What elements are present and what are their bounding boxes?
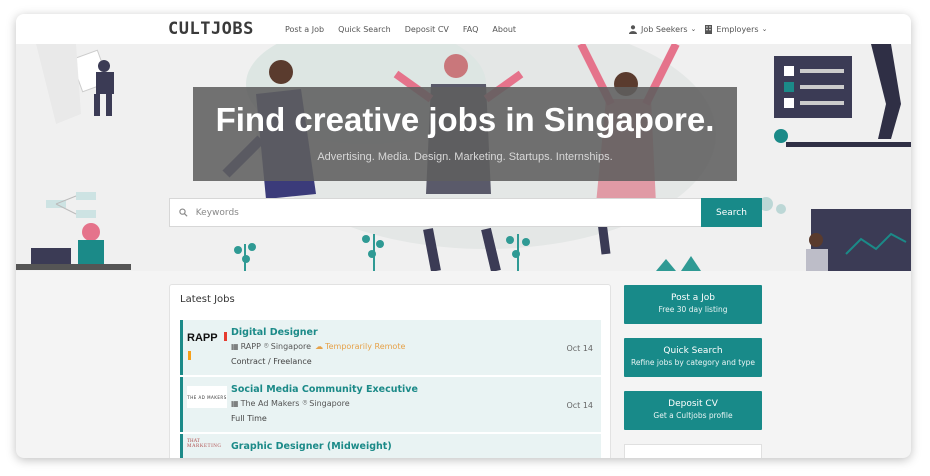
the-ad-makers-logo: THE AD MAKERS [187,386,227,408]
job-company: The Ad Makers [240,398,300,408]
remote-cloud-icon: ☁ [315,341,324,351]
nav-quick-search-link[interactable]: Quick Search [338,25,391,34]
hero-title: Find creative jobs in Singapore. [215,101,715,138]
deposit-cv-button[interactable]: Deposit CV Get a Cultjobs profile [624,391,762,430]
building-icon [705,24,713,34]
deposit-cv-title: Deposit CV [668,399,718,409]
user-icon [629,24,637,34]
nav-about-link[interactable]: About [492,25,516,34]
search-button[interactable]: Search [701,198,762,227]
nav-faq-link[interactable]: FAQ [463,25,479,34]
site-logo[interactable]: CULTJOBS [168,19,254,39]
job-meta: ▦ RAPP ⌾ Singapore ☁ Temporarily Remote [231,341,405,351]
that-marketing-logo: THAT MARKETING [187,439,222,449]
post-job-subtitle: Free 30 day listing [658,305,728,314]
job-title-link[interactable]: Social Media Community Executive [231,384,418,395]
job-type: Contract / Freelance [231,357,312,366]
employers-label: Employers [716,24,759,34]
hero-overlay: Find creative jobs in Singapore. Adverti… [193,87,737,181]
sidebar-card [624,444,762,458]
building-icon: ▦ [231,341,239,351]
quick-search-button[interactable]: Quick Search Refine jobs by category and… [624,338,762,377]
latest-jobs-heading: Latest Jobs [180,294,235,305]
search-icon [179,208,188,217]
job-type: Full Time [231,414,267,423]
latest-jobs-panel: Latest Jobs RAPP Digital Designer ▦ RAPP… [169,284,611,458]
browser-window: CULTJOBS Post a Job Quick Search Deposit… [16,14,911,458]
quick-search-subtitle: Refine jobs by category and type [630,358,756,367]
hero-banner: Find creative jobs in Singapore. Adverti… [16,44,911,271]
search-field [169,198,701,227]
job-card[interactable]: RAPP Digital Designer ▦ RAPP ⌾ Singapore… [180,320,601,375]
building-icon: ▦ [231,398,239,408]
search-bar: Search [169,198,762,227]
top-nav: CULTJOBS Post a Job Quick Search Deposit… [16,14,911,44]
location-pin-icon: ⌾ [263,341,269,350]
job-date: Oct 14 [566,401,593,410]
job-location: Singapore [270,341,312,351]
job-title-link[interactable]: Digital Designer [231,327,318,338]
keywords-input[interactable] [195,207,701,218]
post-job-title: Post a Job [671,293,715,303]
chevron-down-icon: ⌄ [690,25,697,33]
deposit-cv-subtitle: Get a Cultjobs profile [653,411,733,420]
quick-search-title: Quick Search [663,346,723,356]
hero-subtitle: Advertising. Media. Design. Marketing. S… [317,151,613,163]
job-date: Oct 14 [566,344,593,353]
nav-account-menus: Job Seekers ⌄ Employers ⌄ [629,14,776,44]
employers-menu[interactable]: Employers ⌄ [705,24,768,34]
job-card[interactable]: THE AD MAKERS Social Media Community Exe… [180,377,601,432]
job-title-link[interactable]: Graphic Designer (Midweight) [231,441,392,452]
job-company: RAPP [240,341,261,351]
job-remote-badge: Temporarily Remote [325,341,406,351]
job-card[interactable]: THAT MARKETING Graphic Designer (Midweig… [180,434,601,458]
post-job-button[interactable]: Post a Job Free 30 day listing [624,285,762,324]
nav-deposit-cv-link[interactable]: Deposit CV [405,25,449,34]
job-seekers-menu[interactable]: Job Seekers ⌄ [629,25,696,34]
job-seekers-label: Job Seekers [641,24,688,34]
location-pin-icon: ⌾ [302,398,308,407]
nav-links: Post a Job Quick Search Deposit CV FAQ A… [285,14,530,44]
job-meta: ▦ The Ad Makers ⌾ Singapore [231,398,350,408]
nav-post-job-link[interactable]: Post a Job [285,25,324,34]
chevron-down-icon: ⌄ [761,25,768,33]
job-location: Singapore [309,398,350,408]
rapp-logo: RAPP [187,326,227,360]
